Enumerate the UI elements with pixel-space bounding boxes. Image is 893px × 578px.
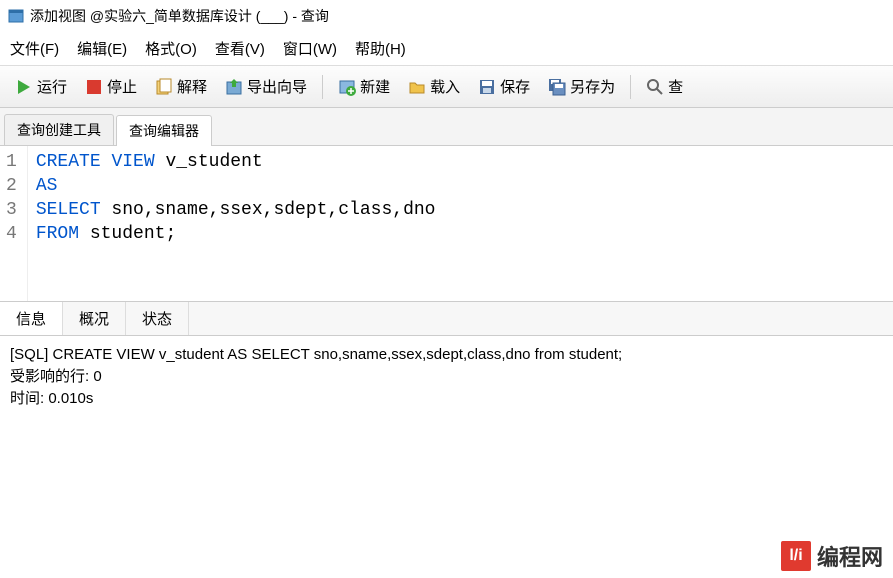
stop-icon xyxy=(85,78,103,96)
editor-tabs: 查询创建工具 查询编辑器 xyxy=(0,108,893,146)
result-tabs: 信息 概况 状态 xyxy=(0,301,893,336)
toolbar: 运行 停止 解释 导出向导 新建 载入 保存 另存为 查 xyxy=(0,65,893,108)
stop-button[interactable]: 停止 xyxy=(78,72,144,101)
tab-info[interactable]: 信息 xyxy=(0,302,63,335)
saveas-icon xyxy=(548,78,566,96)
menu-edit[interactable]: 编辑(E) xyxy=(77,38,127,59)
explain-icon xyxy=(155,78,173,96)
menu-help[interactable]: 帮助(H) xyxy=(355,38,406,59)
new-button[interactable]: 新建 xyxy=(331,72,397,101)
code-area[interactable]: CREATE VIEW v_student AS SELECT sno,snam… xyxy=(28,146,893,301)
load-icon xyxy=(408,78,426,96)
export-icon xyxy=(225,78,243,96)
app-icon xyxy=(8,8,24,24)
saveas-label: 另存为 xyxy=(570,76,615,97)
stop-label: 停止 xyxy=(107,76,137,97)
output-line: [SQL] CREATE VIEW v_student AS SELECT sn… xyxy=(10,344,883,366)
watermark-text: 编程网 xyxy=(817,540,883,572)
search-label: 查 xyxy=(668,76,683,97)
watermark: l/i 编程网 xyxy=(781,540,883,572)
search-icon xyxy=(646,78,664,96)
export-button[interactable]: 导出向导 xyxy=(218,72,314,101)
save-label: 保存 xyxy=(500,76,530,97)
menu-format[interactable]: 格式(O) xyxy=(145,38,197,59)
run-button[interactable]: 运行 xyxy=(8,72,74,101)
watermark-logo: l/i xyxy=(781,541,811,571)
load-label: 载入 xyxy=(430,76,460,97)
search-button[interactable]: 查 xyxy=(639,72,690,101)
load-button[interactable]: 载入 xyxy=(401,72,467,101)
output-line: 时间: 0.010s xyxy=(10,388,883,410)
saveas-button[interactable]: 另存为 xyxy=(541,72,622,101)
save-icon xyxy=(478,78,496,96)
new-icon xyxy=(338,78,356,96)
new-label: 新建 xyxy=(360,76,390,97)
tab-query-builder[interactable]: 查询创建工具 xyxy=(4,114,114,145)
sql-editor[interactable]: 1234 CREATE VIEW v_student AS SELECT sno… xyxy=(0,146,893,301)
explain-label: 解释 xyxy=(177,76,207,97)
window-title: 添加视图 @实验六_简单数据库设计 (___) - 查询 xyxy=(30,6,329,26)
title-bar: 添加视图 @实验六_简单数据库设计 (___) - 查询 xyxy=(0,0,893,32)
output-line: 受影响的行: 0 xyxy=(10,366,883,388)
save-button[interactable]: 保存 xyxy=(471,72,537,101)
menu-view[interactable]: 查看(V) xyxy=(215,38,265,59)
tab-status[interactable]: 状态 xyxy=(126,302,189,335)
menu-window[interactable]: 窗口(W) xyxy=(283,38,337,59)
menu-bar: 文件(F) 编辑(E) 格式(O) 查看(V) 窗口(W) 帮助(H) xyxy=(0,32,893,65)
explain-button[interactable]: 解释 xyxy=(148,72,214,101)
play-icon xyxy=(15,78,33,96)
menu-file[interactable]: 文件(F) xyxy=(10,38,59,59)
export-label: 导出向导 xyxy=(247,76,307,97)
output-panel: [SQL] CREATE VIEW v_student AS SELECT sn… xyxy=(0,336,893,476)
run-label: 运行 xyxy=(37,76,67,97)
tab-query-editor[interactable]: 查询编辑器 xyxy=(116,115,212,146)
toolbar-separator xyxy=(322,75,323,99)
line-gutter: 1234 xyxy=(0,146,28,301)
tab-profile[interactable]: 概况 xyxy=(63,302,126,335)
toolbar-separator xyxy=(630,75,631,99)
